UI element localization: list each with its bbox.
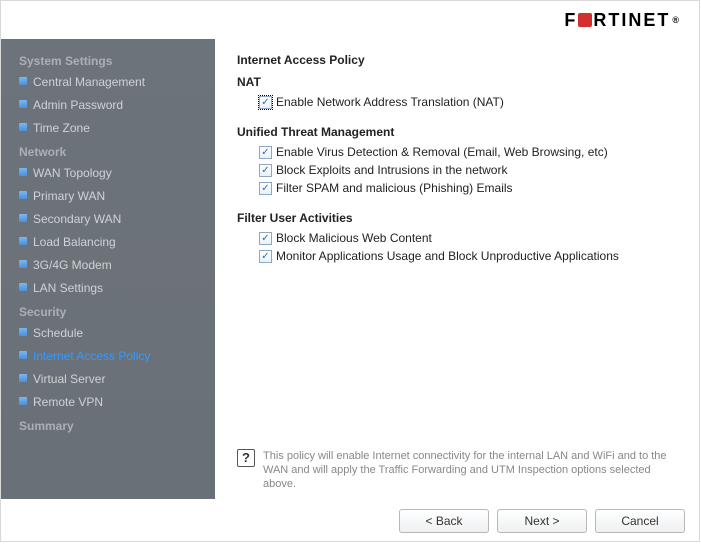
checkbox-block-exploits[interactable]: ✓: [259, 164, 272, 177]
brand-logo: F RTINET ®: [564, 10, 681, 31]
option-monitor-apps: ✓ Monitor Applications Usage and Block U…: [237, 247, 681, 265]
button-bar: < Back Next > Cancel: [399, 509, 685, 533]
option-filter-spam: ✓ Filter SPAM and malicious (Phishing) E…: [237, 179, 681, 197]
sidebar-item-primary-wan[interactable]: Primary WAN: [19, 185, 215, 208]
option-label: Enable Virus Detection & Removal (Email,…: [276, 145, 608, 159]
sidebar-group-summary: Summary: [19, 414, 215, 436]
option-label: Enable Network Address Translation (NAT): [276, 95, 504, 109]
help-icon: ?: [237, 449, 255, 467]
logo-suffix: RTINET: [593, 10, 670, 31]
sidebar-item-3g4g-modem[interactable]: 3G/4G Modem: [19, 254, 215, 277]
sidebar-item-virtual-server[interactable]: Virtual Server: [19, 368, 215, 391]
section-filter-heading: Filter User Activities: [237, 211, 681, 225]
option-label: Block Malicious Web Content: [276, 231, 432, 245]
option-label: Block Exploits and Intrusions in the net…: [276, 163, 507, 177]
option-virus-detection: ✓ Enable Virus Detection & Removal (Emai…: [237, 143, 681, 161]
header: F RTINET ®: [1, 1, 699, 39]
checkbox-block-malicious-web[interactable]: ✓: [259, 232, 272, 245]
logo-tm: ®: [672, 15, 681, 25]
sidebar-item-remote-vpn[interactable]: Remote VPN: [19, 391, 215, 414]
option-enable-nat: ✓ Enable Network Address Translation (NA…: [237, 93, 681, 111]
logo-accent-icon: [578, 13, 592, 27]
sidebar-item-schedule[interactable]: Schedule: [19, 322, 215, 345]
section-utm-heading: Unified Threat Management: [237, 125, 681, 139]
checkbox-virus-detection[interactable]: ✓: [259, 146, 272, 159]
section-nat-heading: NAT: [237, 75, 681, 89]
sidebar-item-admin-password[interactable]: Admin Password: [19, 94, 215, 117]
option-block-exploits: ✓ Block Exploits and Intrusions in the n…: [237, 161, 681, 179]
back-button[interactable]: < Back: [399, 509, 489, 533]
sidebar-group-security: Security: [19, 300, 215, 322]
sidebar-item-lan-settings[interactable]: LAN Settings: [19, 277, 215, 300]
sidebar-item-internet-access-policy[interactable]: Internet Access Policy: [19, 345, 215, 368]
option-block-malicious-web: ✓ Block Malicious Web Content: [237, 229, 681, 247]
sidebar-item-time-zone[interactable]: Time Zone: [19, 117, 215, 140]
sidebar-item-secondary-wan[interactable]: Secondary WAN: [19, 208, 215, 231]
checkbox-enable-nat[interactable]: ✓: [259, 96, 272, 109]
next-button[interactable]: Next >: [497, 509, 587, 533]
sidebar-group-network: Network: [19, 140, 215, 162]
sidebar-group-system-settings: System Settings: [19, 49, 215, 71]
sidebar: System Settings Central Management Admin…: [1, 39, 215, 499]
sidebar-item-central-management[interactable]: Central Management: [19, 71, 215, 94]
logo-prefix: F: [564, 10, 577, 31]
help-text: This policy will enable Internet connect…: [263, 449, 681, 491]
checkbox-filter-spam[interactable]: ✓: [259, 182, 272, 195]
cancel-button[interactable]: Cancel: [595, 509, 685, 533]
checkbox-monitor-apps[interactable]: ✓: [259, 250, 272, 263]
main-panel: Internet Access Policy NAT ✓ Enable Netw…: [215, 39, 699, 499]
help-note: ? This policy will enable Internet conne…: [237, 449, 681, 491]
option-label: Filter SPAM and malicious (Phishing) Ema…: [276, 181, 513, 195]
option-label: Monitor Applications Usage and Block Unp…: [276, 249, 619, 263]
sidebar-item-load-balancing[interactable]: Load Balancing: [19, 231, 215, 254]
page-title: Internet Access Policy: [237, 53, 681, 67]
sidebar-item-wan-topology[interactable]: WAN Topology: [19, 162, 215, 185]
